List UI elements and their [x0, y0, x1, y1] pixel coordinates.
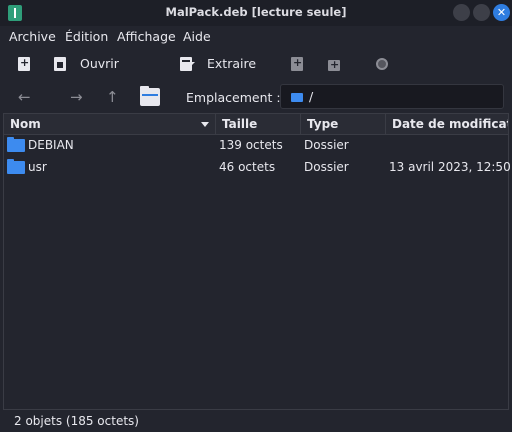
open-button[interactable]: Ouvrir	[46, 50, 195, 78]
folder-icon	[291, 93, 303, 102]
up-icon[interactable]: ↑	[106, 88, 119, 106]
add-folder-button[interactable]	[320, 50, 348, 78]
row-type: Dossier	[304, 138, 349, 152]
folder-icon	[7, 159, 25, 174]
menu-affichage[interactable]: Affichage	[117, 29, 176, 44]
folder-icon	[7, 137, 25, 152]
column-name[interactable]: Nom	[4, 114, 216, 135]
location-field[interactable]: /	[280, 84, 504, 109]
row-type: Dossier	[304, 160, 349, 174]
status-bar: 2 objets (185 octets)	[0, 410, 512, 432]
open-icon	[54, 57, 66, 71]
extract-icon	[180, 57, 192, 71]
add-file-button[interactable]	[283, 50, 311, 78]
open-label: Ouvrir	[80, 56, 119, 71]
table-row[interactable]: usr 46 octets Dossier 13 avril 2023, 12:…	[4, 157, 511, 179]
menu-aide[interactable]: Aide	[183, 29, 211, 44]
close-button[interactable]: ✕	[493, 4, 510, 21]
location-value: /	[309, 89, 314, 104]
menu-archive[interactable]: Archive	[9, 29, 56, 44]
column-size[interactable]: Taille	[216, 114, 301, 135]
toolbar: Ouvrir Extraire	[0, 50, 512, 78]
stop-icon	[376, 58, 388, 70]
row-date: 13 avril 2023, 12:50	[389, 160, 511, 174]
row-name: usr	[28, 160, 47, 174]
location-label: Emplacement :	[186, 90, 281, 105]
add-folder-icon	[328, 58, 340, 71]
maximize-button[interactable]	[473, 4, 490, 21]
stop-button[interactable]	[368, 50, 396, 78]
row-name: DEBIAN	[28, 138, 74, 152]
extract-button[interactable]: Extraire	[172, 50, 262, 78]
new-archive-button[interactable]	[10, 50, 38, 78]
row-size: 139 octets	[219, 138, 283, 152]
column-date[interactable]: Date de modification	[386, 114, 508, 135]
menu-edition[interactable]: Édition	[65, 29, 108, 44]
column-type[interactable]: Type	[301, 114, 386, 135]
add-file-icon	[291, 56, 303, 71]
status-text: 2 objets (185 octets)	[14, 414, 139, 428]
extract-label: Extraire	[207, 56, 257, 71]
table-row[interactable]: DEBIAN 139 octets Dossier	[4, 135, 508, 157]
menu-bar: Archive Édition Affichage Aide	[0, 26, 512, 48]
minimize-button[interactable]	[453, 4, 470, 21]
list-header: Nom Taille Type Date de modification	[4, 114, 508, 135]
file-list: Nom Taille Type Date de modification DEB…	[3, 113, 511, 410]
window-title: MalPack.deb [lecture seule]	[165, 5, 347, 19]
back-icon[interactable]: ←	[18, 88, 31, 106]
forward-icon[interactable]: →	[70, 88, 83, 106]
home-folder-icon[interactable]	[140, 86, 160, 106]
sort-arrow-icon	[201, 122, 209, 127]
new-archive-icon	[18, 56, 30, 71]
row-size: 46 octets	[219, 160, 276, 174]
location-bar: ← → ↑ Emplacement : /	[0, 84, 512, 110]
title-bar: MalPack.deb [lecture seule] ✕	[0, 0, 512, 26]
